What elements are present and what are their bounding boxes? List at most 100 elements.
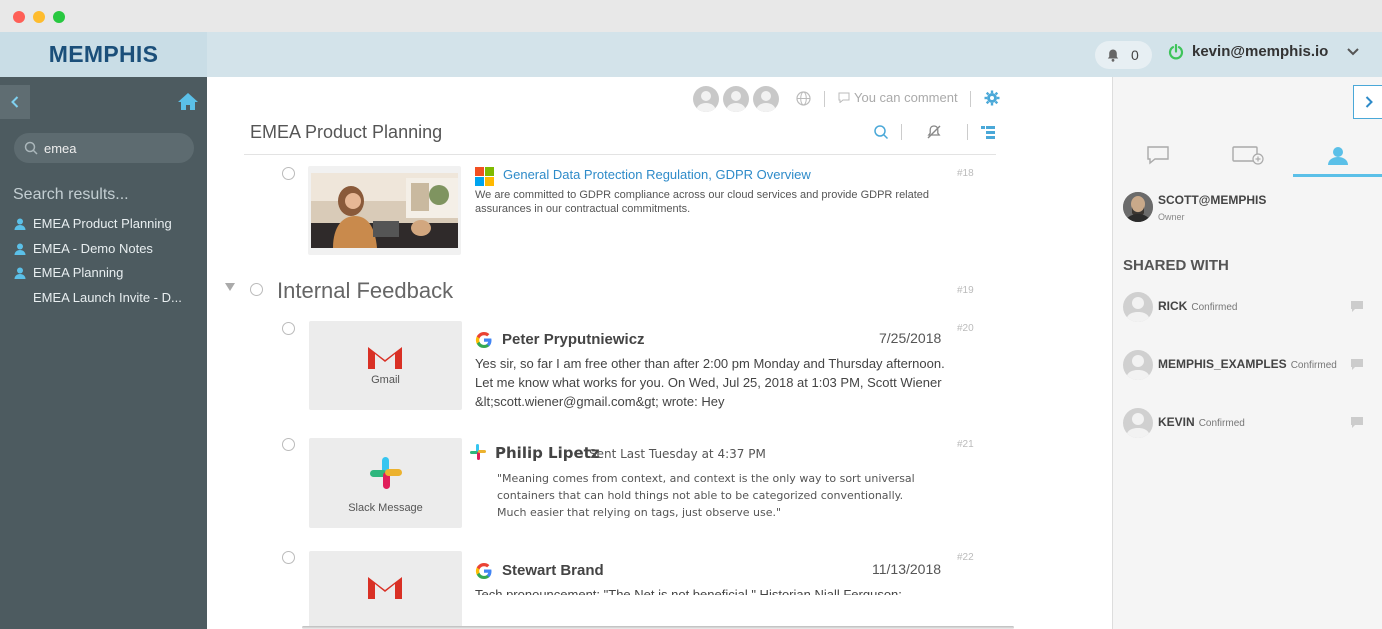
search-result-item[interactable]: EMEA - Demo Notes [13,241,153,256]
toolbar-divider [970,91,971,107]
toolbar-divider [824,91,825,107]
avatar[interactable] [723,86,749,112]
google-icon [475,562,492,580]
comment-permission: You can comment [838,90,958,105]
sidebar-collapse-button[interactable] [0,85,30,119]
collapse-triangle-icon[interactable] [225,283,235,291]
message-date: 11/13/2018 [872,561,942,577]
share-users-icon [1328,146,1348,165]
article-photo [311,173,458,248]
slack-icon [370,457,402,489]
owner-role: Owner [1158,212,1185,222]
avatar[interactable] [1123,192,1153,222]
message-text: Yes sir, so far I am free other than aft… [475,356,945,409]
item-number: #22 [957,552,974,563]
share-status: Confirmed [1198,418,1245,429]
shared-user-name: MEMPHIS_EXAMPLES [1158,357,1287,371]
chat-icon[interactable] [1351,301,1363,312]
item-checkbox[interactable] [250,283,263,296]
shared-user-row[interactable]: MEMPHIS_EXAMPLES Confirmed [1123,350,1373,380]
chevron-right-icon [1365,96,1373,108]
gmail-icon [368,347,402,369]
sender-name: Peter Pryputniewicz [502,331,645,348]
search-result-item[interactable]: EMEA Launch Invite - D... [33,290,182,305]
maximize-window-button[interactable] [53,11,65,23]
tab-add-item[interactable] [1203,132,1293,177]
item-number: #19 [957,285,974,296]
title-divider [244,154,996,155]
home-icon[interactable] [177,91,199,113]
item-thumbnail[interactable] [309,551,462,629]
online-status-icon [1168,43,1184,59]
shared-user-name: RICK [1158,299,1188,313]
avatar [1123,408,1153,438]
avatar[interactable] [693,86,719,112]
message-text: "Meaning comes from context, and context… [497,472,915,519]
comment-icon [838,92,850,103]
owner-name: SCOTT@MEMPHIS [1158,193,1267,207]
notification-count: 0 [1131,47,1139,63]
item-number: #21 [957,439,974,450]
tab-sharing[interactable] [1293,132,1382,177]
avatar [1123,350,1153,380]
brand-logo[interactable]: MEMPHIS [0,32,207,77]
sender-name: Stewart Brand [502,562,604,579]
panel-tabs [1113,132,1382,177]
add-card-icon [1232,145,1264,165]
item-thumbnail[interactable]: Gmail [309,321,462,410]
avatar[interactable] [753,86,779,112]
message-sent-time: Sent Last Tuesday at 4:37 PM [589,447,766,461]
user-menu[interactable]: kevin@memphis.io [1168,43,1360,60]
shared-user-row[interactable]: RICK Confirmed [1123,292,1373,322]
search-result-item[interactable]: EMEA Product Planning [13,216,172,231]
gear-icon[interactable] [984,90,1000,106]
search-icon [24,141,38,155]
item-checkbox[interactable] [282,322,295,335]
item-checkbox[interactable] [282,551,295,564]
search-results-title: Search results... [13,186,129,203]
globe-icon[interactable] [796,91,811,106]
shared-with-title: SHARED WITH [1123,257,1229,274]
google-icon [475,331,492,349]
users-icon [14,218,26,230]
item-number: #20 [957,323,974,334]
avatar [1123,292,1153,322]
section-title: Internal Feedback [277,278,454,303]
chevron-down-icon[interactable] [1346,47,1360,57]
shared-user-name: KEVIN [1158,415,1195,429]
right-panel: SCOTT@MEMPHIS Owner SHARED WITH RICK Conf… [1112,77,1382,629]
close-window-button[interactable] [13,11,25,23]
message-preview-clip: Tech pronouncement: "The Net is not bene… [475,585,950,595]
microsoft-logo-icon [475,167,494,186]
collaborator-avatars [693,86,779,112]
gmail-icon [368,577,402,599]
search-result-item[interactable]: EMEA Planning [13,265,123,280]
page-title: EMEA Product Planning [250,122,443,142]
chat-icon[interactable] [1351,359,1363,370]
item-checkbox[interactable] [282,167,295,180]
chat-icon[interactable] [1351,417,1363,428]
search-box [14,133,194,163]
share-status: Confirmed [1191,302,1238,313]
window-titlebar [0,0,1382,32]
item-checkbox[interactable] [282,438,295,451]
tab-comments[interactable] [1113,132,1203,177]
search-icon[interactable] [873,124,889,140]
outline-view-icon[interactable] [980,124,996,140]
minimize-window-button[interactable] [33,11,45,23]
panel-collapse-button[interactable] [1353,85,1382,119]
item-thumbnail[interactable]: Slack Message [309,438,462,528]
top-bar: MEMPHIS 0 kevin@memphis.io [0,32,1382,77]
users-icon [14,267,26,279]
user-email: kevin@memphis.io [1192,43,1329,60]
main-content: You can comment EMEA Product Planning Ge… [207,77,1112,629]
item-title-link[interactable]: General Data Protection Regulation, GDPR… [503,167,811,182]
slack-icon [470,444,486,460]
notifications-off-icon[interactable] [926,124,942,140]
item-number: #18 [957,168,974,179]
item-description: We are committed to GDPR compliance acro… [475,189,930,215]
notifications-button[interactable]: 0 [1095,41,1152,69]
shared-user-row[interactable]: KEVIN Confirmed [1123,408,1373,438]
message-date: 7/25/2018 [879,330,942,346]
search-input[interactable] [44,140,184,156]
